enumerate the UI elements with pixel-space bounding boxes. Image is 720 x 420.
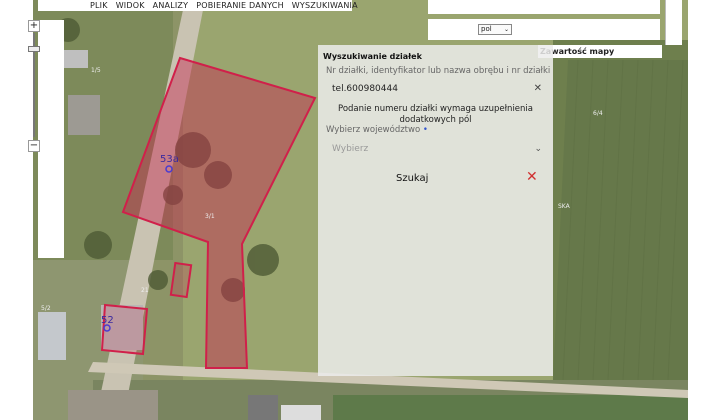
clear-input-icon[interactable]: ✕ (534, 83, 542, 94)
language-select[interactable]: pol ⌄ (478, 24, 512, 35)
map-label: 5/2 (41, 305, 51, 312)
map-label: 3/1 (205, 213, 215, 220)
hint-text: Podanie numeru działki wymaga uzupełnien… (338, 104, 533, 125)
parcel-search-input[interactable]: tel.600980444 ✕ (332, 83, 542, 98)
province-label-text: Wybierz województwo (326, 125, 421, 135)
top-right-panel (428, 0, 660, 14)
panel-edge (665, 0, 682, 45)
language-panel (428, 19, 660, 40)
parcel-search-panel: Wyszukiwanie działek Nr działki, identyf… (318, 45, 553, 376)
map-label: 6/4 (593, 110, 603, 117)
menu-item-analizy[interactable]: ANALIZY (153, 1, 189, 10)
map-content-header[interactable]: Zawartość mapy (538, 45, 662, 58)
search-button[interactable]: Szukaj (396, 173, 428, 184)
parcel-label-53a: 53a (160, 154, 179, 165)
parcel-search-value: tel.600980444 (332, 84, 398, 94)
language-value: pol (481, 25, 492, 33)
map-label: 1/5 (91, 67, 101, 74)
menu-bar: PLIK WIDOK ANALIZY POBIERANIE DANYCH WYS… (38, 0, 358, 11)
panel-title: Wyszukiwanie działek (323, 52, 422, 61)
map-label: 21 (141, 287, 149, 294)
zoom-panel (38, 20, 64, 258)
zoom-slider-handle[interactable] (28, 46, 40, 52)
parcel-label-52: 52 (101, 315, 114, 326)
menu-item-pobieranie-danych[interactable]: POBIERANIE DANYCH (196, 1, 284, 10)
province-select[interactable]: Wybierz ⌄ (332, 144, 542, 158)
required-marker: • (422, 125, 428, 135)
close-icon[interactable]: ✕ (526, 169, 538, 185)
chevron-down-icon: ⌄ (503, 26, 509, 33)
menu-item-plik[interactable]: PLIK (90, 1, 108, 10)
province-label: Wybierz województwo • (326, 125, 428, 135)
map-label: SKA (558, 203, 570, 210)
menu-item-wyszukiwania[interactable]: WYSZUKIWANIA (292, 1, 358, 10)
zoom-in-button[interactable]: + (28, 20, 40, 32)
province-placeholder: Wybierz (332, 144, 369, 154)
parcel-input-label: Nr działki, identyfikator lub nazwa obrę… (326, 66, 551, 76)
menu-item-widok[interactable]: WIDOK (116, 1, 145, 10)
chevron-down-icon: ⌄ (534, 144, 542, 154)
zoom-out-button[interactable]: − (28, 140, 40, 152)
